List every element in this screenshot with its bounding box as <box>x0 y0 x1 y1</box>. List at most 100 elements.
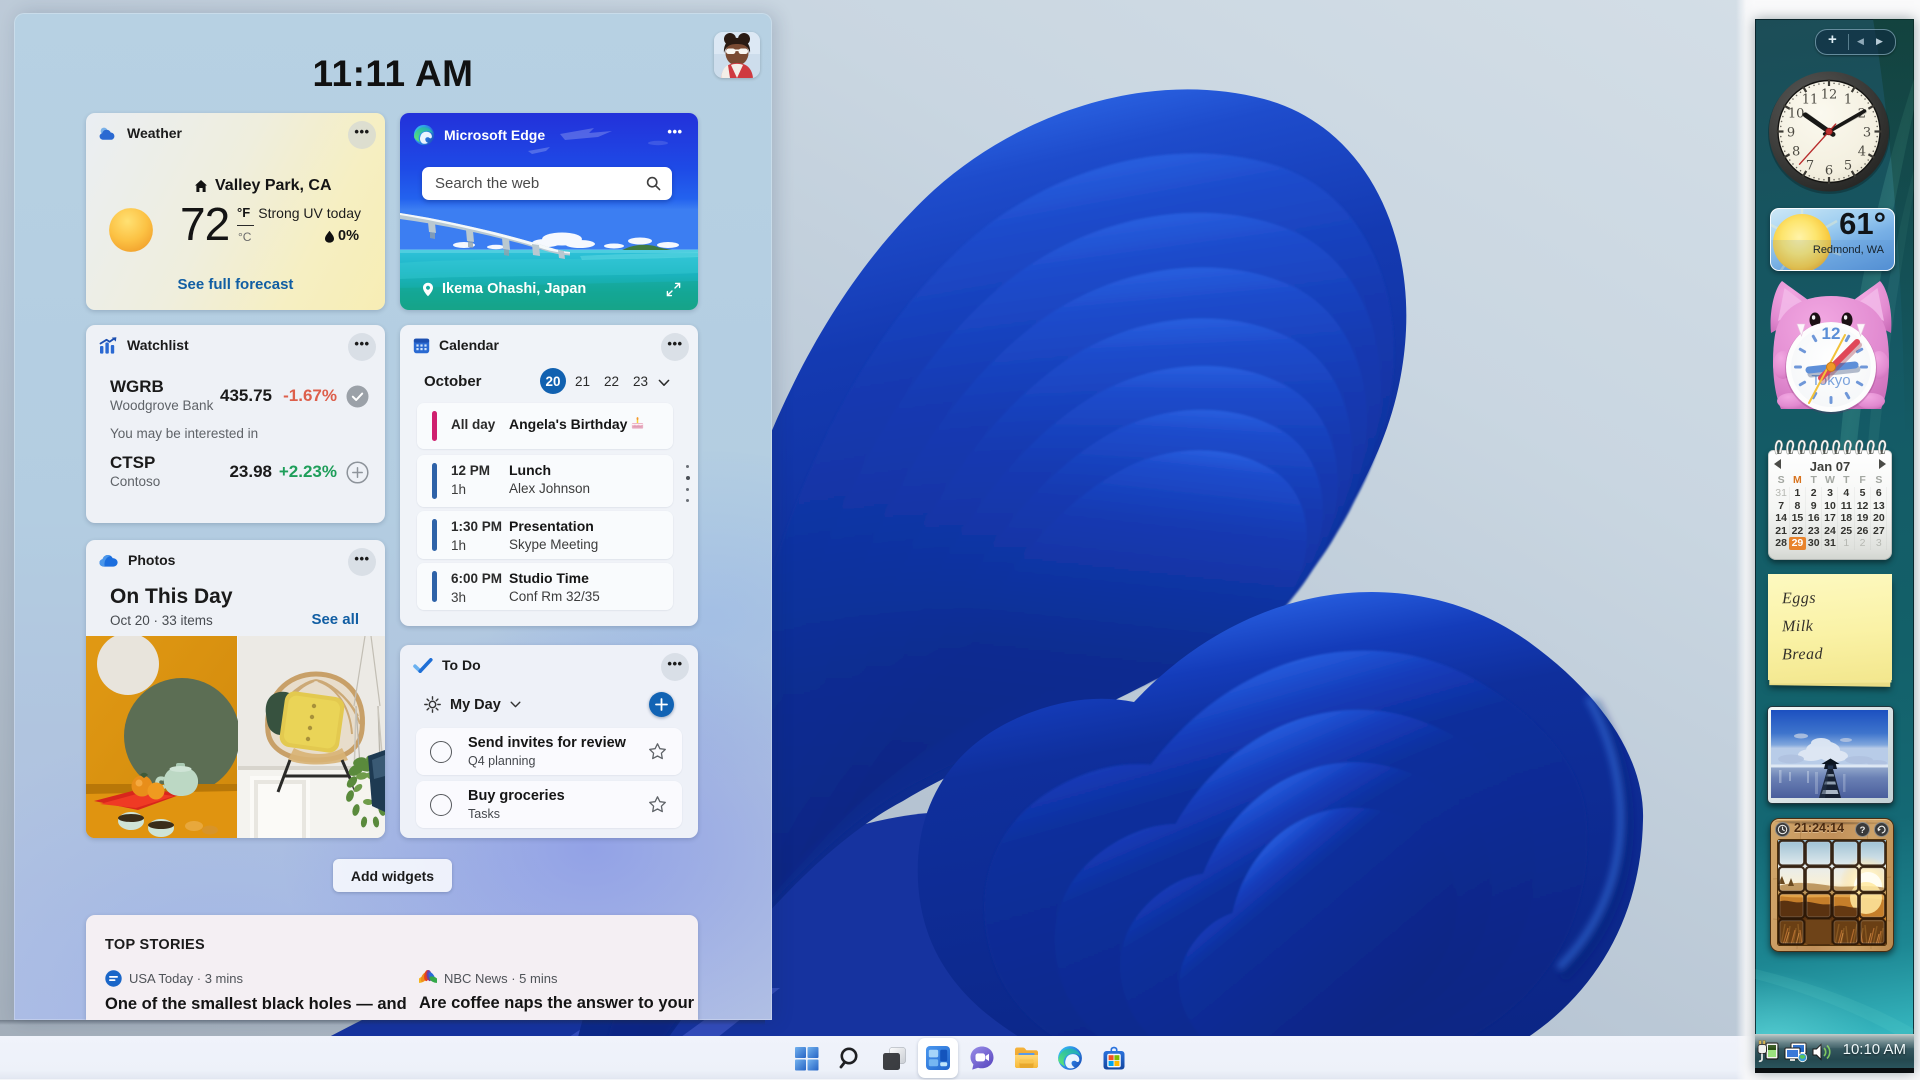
taskbar-widgets-button[interactable] <box>918 1038 958 1078</box>
taskbar-search-button[interactable] <box>836 1044 864 1072</box>
calendar-cell[interactable]: 4 <box>1838 487 1854 500</box>
watchlist-row-ctsp[interactable]: CTSP Contoso 23.98 +2.23% <box>110 453 369 495</box>
weather-forecast-link[interactable]: See full forecast <box>86 276 385 293</box>
story-usa-today[interactable]: USA Today · 3 mins One of the smallest b… <box>105 970 407 1014</box>
notes-gadget[interactable]: Eggs Milk Bread <box>1768 574 1892 687</box>
calendar-cell[interactable]: 21 <box>1773 525 1789 538</box>
calendar-cell[interactable]: 31 <box>1773 487 1789 500</box>
calendar-cell[interactable]: 26 <box>1854 525 1870 538</box>
event-birthday[interactable]: All day Angela's Birthday <box>417 403 673 449</box>
calendar-cell[interactable]: 1 <box>1838 537 1854 550</box>
calendar-cell[interactable]: 15 <box>1789 512 1805 525</box>
calendar-cell[interactable]: 28 <box>1773 537 1789 550</box>
calendar-cell[interactable]: 16 <box>1806 512 1822 525</box>
add-task-button[interactable] <box>649 692 674 717</box>
edge-menu-button[interactable]: ••• <box>661 121 689 149</box>
calendar-cell[interactable]: 2 <box>1806 487 1822 500</box>
todo-menu-button[interactable]: ••• <box>661 653 689 681</box>
avatar[interactable] <box>714 32 760 78</box>
expand-icon[interactable] <box>666 282 681 297</box>
puzzle-shuffle-button[interactable] <box>1874 822 1889 837</box>
clock-gadget[interactable]: 123456789101112 <box>1767 71 1891 195</box>
slideshow-gadget[interactable] <box>1767 706 1894 804</box>
taskbar-task-view-button[interactable] <box>880 1044 908 1072</box>
calendar-cell[interactable]: 10 <box>1822 500 1838 513</box>
photos-widget[interactable]: Photos ••• On This Day Oct 20 · 33 items… <box>86 540 385 838</box>
story-nbc-news[interactable]: NBC News · 5 mins Are coffee naps the an… <box>419 970 704 1013</box>
calendar-month[interactable]: October <box>424 373 482 390</box>
calendar-cell[interactable]: 13 <box>1871 500 1887 513</box>
calendar-cell[interactable]: 7 <box>1773 500 1789 513</box>
calendar-cell[interactable]: 19 <box>1854 512 1870 525</box>
taskbar-file-explorer-button[interactable] <box>1012 1044 1040 1072</box>
calendar-day-23[interactable]: 23 <box>633 374 648 389</box>
taskbar-edge-button[interactable] <box>1056 1044 1084 1072</box>
calendar-cell[interactable]: 23 <box>1806 525 1822 538</box>
search-icon[interactable] <box>646 176 661 191</box>
calendar-cell[interactable]: 14 <box>1773 512 1789 525</box>
calendar-cell[interactable]: 1 <box>1789 487 1805 500</box>
puzzle-gadget[interactable]: 21:24:14 ? <box>1770 818 1894 952</box>
puzzle-help-button[interactable]: ? <box>1855 822 1870 837</box>
star-icon[interactable] <box>648 742 667 761</box>
calendar-cell[interactable]: 12 <box>1854 500 1870 513</box>
calendar-scroll-indicator[interactable] <box>685 465 690 502</box>
calendar-cell[interactable]: 6 <box>1871 487 1887 500</box>
watchlist-widget[interactable]: Watchlist ••• WGRB Woodgrove Bank 435.75… <box>86 325 385 523</box>
calendar-cell[interactable]: 20 <box>1871 512 1887 525</box>
added-check-icon[interactable] <box>346 385 369 408</box>
task-send-invites[interactable]: Send invites for review Q4 planning <box>416 728 682 775</box>
next-gadgets-button[interactable]: ▶ <box>1876 36 1883 47</box>
event-presentation[interactable]: 1:30 PM 1h Presentation Skype Meeting <box>417 511 673 559</box>
calendar-cell[interactable]: 22 <box>1789 525 1805 538</box>
edge-widget[interactable]: Microsoft Edge ••• Search the web Ikema … <box>400 113 698 310</box>
task-buy-groceries[interactable]: Buy groceries Tasks <box>416 781 682 828</box>
photos-see-all-link[interactable]: See all <box>311 611 359 628</box>
puzzle-tiles[interactable] <box>1778 840 1886 945</box>
calendar-day-21[interactable]: 21 <box>575 374 590 389</box>
edge-search-box[interactable]: Search the web <box>422 167 672 200</box>
watchlist-menu-button[interactable]: ••• <box>348 333 376 361</box>
prev-gadgets-button[interactable]: ◀ <box>1857 36 1864 47</box>
calendar-cell[interactable]: 3 <box>1871 537 1887 550</box>
calendar-cell[interactable]: 30 <box>1806 537 1822 550</box>
taskbar-chat-button[interactable] <box>968 1044 996 1072</box>
photos-collage[interactable] <box>86 636 385 838</box>
calendar-cell-selected[interactable]: 29 <box>1789 537 1806 550</box>
calendar-cell[interactable]: 24 <box>1822 525 1838 538</box>
calendar-cell[interactable]: 27 <box>1871 525 1887 538</box>
event-studio[interactable]: 6:00 PM 3h Studio Time Conf Rm 32/35 <box>417 563 673 610</box>
calendar-cell[interactable]: 8 <box>1789 500 1805 513</box>
add-widgets-button[interactable]: Add widgets <box>333 859 452 892</box>
calendar-menu-button[interactable]: ••• <box>661 333 689 361</box>
puzzle-timer-icon[interactable] <box>1775 822 1790 837</box>
watchlist-row-wgrb[interactable]: WGRB Woodgrove Bank 435.75 -1.67% <box>110 377 369 419</box>
chevron-down-icon[interactable] <box>658 379 670 387</box>
event-lunch[interactable]: 12 PM 1h Lunch Alex Johnson <box>417 455 673 507</box>
calendar-cell[interactable]: 5 <box>1854 487 1870 500</box>
add-gadget-button[interactable]: + <box>1828 31 1837 48</box>
calendar-gadget[interactable]: Jan 07 SMTWTFS 31 1 2 3 4 5 6 7 8 9 10 11 12 13 14 15 16… <box>1768 433 1892 560</box>
weather-unit-c[interactable]: °C <box>238 230 251 244</box>
calendar-cell[interactable]: 17 <box>1822 512 1838 525</box>
calendar-cell[interactable]: 2 <box>1854 537 1870 550</box>
calendar-grid[interactable]: 31 1 2 3 4 5 6 7 8 9 10 11 12 13 14 15 16 17 18 19 20 21 22 23 2… <box>1773 487 1887 550</box>
calendar-cell[interactable]: 31 <box>1822 537 1838 550</box>
taskbar-store-button[interactable] <box>1100 1044 1128 1072</box>
photos-menu-button[interactable]: ••• <box>348 548 376 576</box>
note-page[interactable]: Eggs Milk Bread <box>1768 574 1892 680</box>
taskbar-start-button[interactable] <box>792 1044 820 1072</box>
add-stock-icon[interactable] <box>346 461 369 484</box>
world-clock-gadget[interactable]: 12 Tokyo <box>1769 279 1893 415</box>
calendar-cell[interactable]: 25 <box>1838 525 1854 538</box>
todo-widget[interactable]: To Do ••• My Day Send invites for review… <box>400 645 698 838</box>
weather-menu-button[interactable]: ••• <box>348 121 376 149</box>
weather-widget[interactable]: Weather ••• Valley Park, CA 72 °F °C Str… <box>86 113 385 310</box>
calendar-cell[interactable]: 9 <box>1806 500 1822 513</box>
calendar-day-22[interactable]: 22 <box>604 374 619 389</box>
calendar-widget[interactable]: Calendar ••• October 20 21 22 23 All day… <box>400 325 698 626</box>
todo-list-selector[interactable]: My Day <box>424 696 521 713</box>
weather-gadget[interactable]: 61° Redmond, WA <box>1770 208 1895 271</box>
tray-clock[interactable]: 10:10 AM <box>1843 1041 1906 1058</box>
calendar-cell[interactable]: 3 <box>1822 487 1838 500</box>
